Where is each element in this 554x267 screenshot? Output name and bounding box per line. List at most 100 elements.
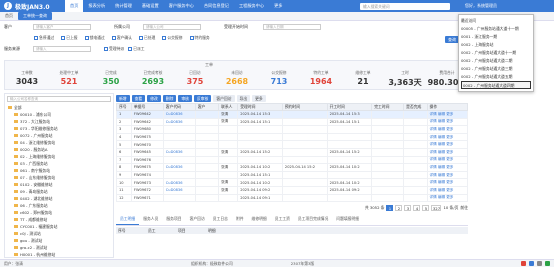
dropdown-item-2[interactable]: 0001 - 浙江服务一期 — [461, 33, 531, 41]
table-row[interactable]: 12 FW09671 2025-04-14 09:1 详情 编辑 更多 — [116, 193, 469, 203]
table-row[interactable]: 3 FW09680 详情 编辑 更多 — [116, 125, 469, 134]
company-input[interactable]: 请输入公司 — [143, 24, 201, 30]
stat-card-6[interactable]: 公交报修 713 — [257, 70, 301, 86]
tree-item[interactable]: 372 - 大江服务站 — [8, 118, 113, 125]
table-header-9[interactable]: 是否完成 — [403, 103, 428, 111]
table-cell[interactable]: 详情 编辑 更多 — [426, 193, 469, 203]
toolbar-button-5[interactable]: 反审核 — [193, 94, 212, 102]
dropdown-item-8[interactable]: 0002 - 广州服务站通大道四期 — [461, 81, 531, 89]
start-time-input[interactable]: 请输入日期 — [263, 24, 321, 30]
table-cell[interactable]: 详情 编辑 更多 — [426, 140, 469, 149]
stat-card-3[interactable]: 已完成考核 2693 — [131, 70, 175, 86]
tree-item[interactable]: TT - 成都维修站 — [8, 216, 113, 223]
table-cell[interactable]: 详情 编辑 更多 — [426, 178, 469, 187]
checkbox-filter-3[interactable]: 客户确认 — [111, 35, 132, 41]
table-cell[interactable]: 详情 编辑 更多 — [426, 170, 469, 180]
tree-item[interactable]: 全部 — [8, 104, 113, 111]
tree-item[interactable]: 04 - 浙江维修服务站 — [8, 139, 113, 146]
table-header-7[interactable]: 开工时间 — [326, 103, 373, 111]
stat-card-4[interactable]: 已回访 375 — [173, 70, 217, 86]
nav-item-0[interactable]: 首页 — [65, 0, 84, 12]
stat-card-0[interactable]: 工单数 3043 — [5, 70, 49, 86]
checkbox-icon[interactable] — [61, 36, 66, 40]
stat-card-8[interactable]: 维修工单 21 — [341, 70, 385, 86]
nav-item-5[interactable]: 合同信息登记 — [199, 0, 234, 12]
toolbar-button-1[interactable]: 查看 — [131, 94, 146, 102]
network-icon[interactable] — [529, 260, 534, 266]
checkbox-filter-4[interactable]: 已处理 — [138, 35, 155, 41]
detail-tab-8[interactable]: 员工项目完成情况 — [294, 214, 332, 225]
detail-tab-5[interactable]: 附件 — [232, 214, 248, 225]
stat-card-2[interactable]: 已完成 350 — [89, 70, 133, 86]
table-header-2[interactable]: 客户代码 — [162, 103, 196, 111]
table-header-1[interactable]: 单据号 — [130, 103, 164, 111]
detail-tab-0[interactable]: 员工明细 — [116, 214, 140, 226]
tree-item[interactable]: 00010 - 浦东公司 — [8, 111, 113, 118]
tree-item[interactable]: CYC001 - 福建服务站 — [8, 223, 113, 230]
checkbox-icon[interactable] — [84, 36, 89, 40]
table-row[interactable]: 5 FW09670 详情 编辑 更多 — [116, 140, 469, 149]
toolbar-button-6[interactable]: 客户回访 — [213, 94, 235, 102]
table-row[interactable]: 9 FW09674 2025-04-14 15:1 详情 编辑 更多 — [116, 170, 469, 180]
tab-work-order-query[interactable]: 工单统一查询 — [18, 12, 52, 20]
tree-item[interactable]: gro-c2 - 测试站 — [8, 244, 113, 251]
table-row[interactable]: 6 FW09645 CuD0836 张清 2025-04-14 15:2 2025-04-… — [116, 147, 469, 157]
table-row[interactable]: 4 FW09675 详情 编辑 更多 — [116, 132, 469, 142]
volume-icon[interactable] — [537, 260, 542, 266]
checkbox-icon[interactable] — [138, 36, 143, 40]
nav-item-1[interactable]: 报表分析 — [83, 0, 110, 12]
tree-item[interactable]: 0072 - 广州服务站 — [8, 132, 113, 139]
source-input[interactable]: 请输入 — [33, 46, 91, 52]
tree-item[interactable]: c602 - 郑州服务站 — [8, 209, 113, 216]
tree-item[interactable]: 061 - 南宁服务站 — [8, 167, 113, 174]
dropdown-item-4[interactable]: 0002 - 广州服务站通大道十一期 — [461, 49, 531, 57]
dropdown-item-6[interactable]: 0002 - 广州服务站通大道三期 — [461, 65, 531, 73]
table-row[interactable]: 10 FW09673 CuD0836 张清 2025-04-14 10:2 2025-04… — [116, 178, 469, 187]
user-greeting[interactable]: 您好，系统管理员 — [465, 3, 497, 9]
customer-input[interactable]: 请输入客户 — [33, 24, 91, 30]
dropdown-item-1[interactable]: 00005 - 广州服务站通大道十一期 — [461, 25, 531, 33]
table-header-5[interactable]: 受理时间 — [237, 103, 283, 111]
tab-home[interactable]: 首页 — [0, 12, 18, 20]
tree-item[interactable]: c0J - 测试站 — [8, 230, 113, 237]
page-button-5[interactable]: 5 — [422, 204, 430, 211]
checkbox-icon[interactable] — [111, 36, 116, 40]
checkbox-filter-1[interactable]: 已上报 — [61, 35, 78, 41]
table-header-3[interactable]: 客户 — [194, 103, 220, 111]
page-button-2[interactable]: 2 — [395, 204, 403, 211]
table-row[interactable]: 7 FW09676 详情 编辑 更多 — [116, 155, 469, 165]
ime-icon[interactable] — [521, 260, 526, 266]
toolbar-button-4[interactable]: 审核 — [178, 94, 192, 102]
checkbox-filter-5[interactable]: 公交报修 — [162, 35, 183, 41]
toolbar-button-8[interactable]: 更多 — [252, 94, 266, 102]
toolbar-button-3[interactable]: 删除 — [162, 94, 177, 102]
checkbox-icon[interactable] — [34, 36, 38, 40]
tree-item[interactable]: gou - 测试站 — [8, 237, 113, 244]
checkbox-icon[interactable] — [128, 47, 133, 51]
checkbox-filter-0[interactable]: 急停通过 — [34, 35, 54, 41]
table-row[interactable]: 1 FW09642 CuD0836 张清 2025-04-14 15:3 2025-04-… — [116, 110, 469, 119]
page-button-1[interactable]: 1 — [386, 204, 394, 211]
toolbar-button-7[interactable]: 导出 — [236, 94, 251, 102]
table-row[interactable]: 2 FW09642 CuD0836 张清 2025-04-14 15:1 2025-04-… — [116, 117, 469, 127]
detail-tab-4[interactable]: 员工日志 — [209, 214, 232, 225]
page-button-3[interactable]: 3 — [404, 204, 412, 211]
checkbox-icon[interactable] — [104, 47, 108, 51]
table-row[interactable]: 11 FW09672 CuD0836 张清 2025-04-14 09:2 2025-04… — [116, 185, 469, 195]
dropdown-item-3[interactable]: 0002 - 上海服务站 — [461, 41, 531, 49]
tree-item[interactable]: 0402 - 湖北维修站 — [8, 195, 113, 202]
detail-tab-1[interactable]: 服务人员 — [139, 214, 162, 225]
tree-item[interactable]: 073 - 华阳维修服务站 — [8, 125, 113, 132]
toolbar-button-0[interactable]: 新增 — [116, 94, 130, 102]
tree-item[interactable]: 0102 - 安徽维修站 — [8, 181, 113, 188]
nav-item-6[interactable]: 工程服务中心 — [234, 0, 269, 12]
nav-item-4[interactable]: 客户服务中心 — [164, 0, 199, 12]
nav-item-2[interactable]: 统计管理 — [110, 0, 137, 12]
checkbox-status-1[interactable]: 已派工 — [128, 46, 145, 52]
tree-item[interactable]: 07 - 山东维修服务站 — [8, 174, 113, 181]
stat-card-7[interactable]: 特约工单 1964 — [299, 70, 343, 86]
query-button[interactable]: 查询 — [445, 36, 459, 43]
checkbox-icon[interactable] — [189, 36, 194, 40]
table-cell[interactable]: 详情 编辑 更多 — [426, 117, 469, 127]
tree-item[interactable]: 06 - 广东服务站 — [8, 202, 113, 209]
